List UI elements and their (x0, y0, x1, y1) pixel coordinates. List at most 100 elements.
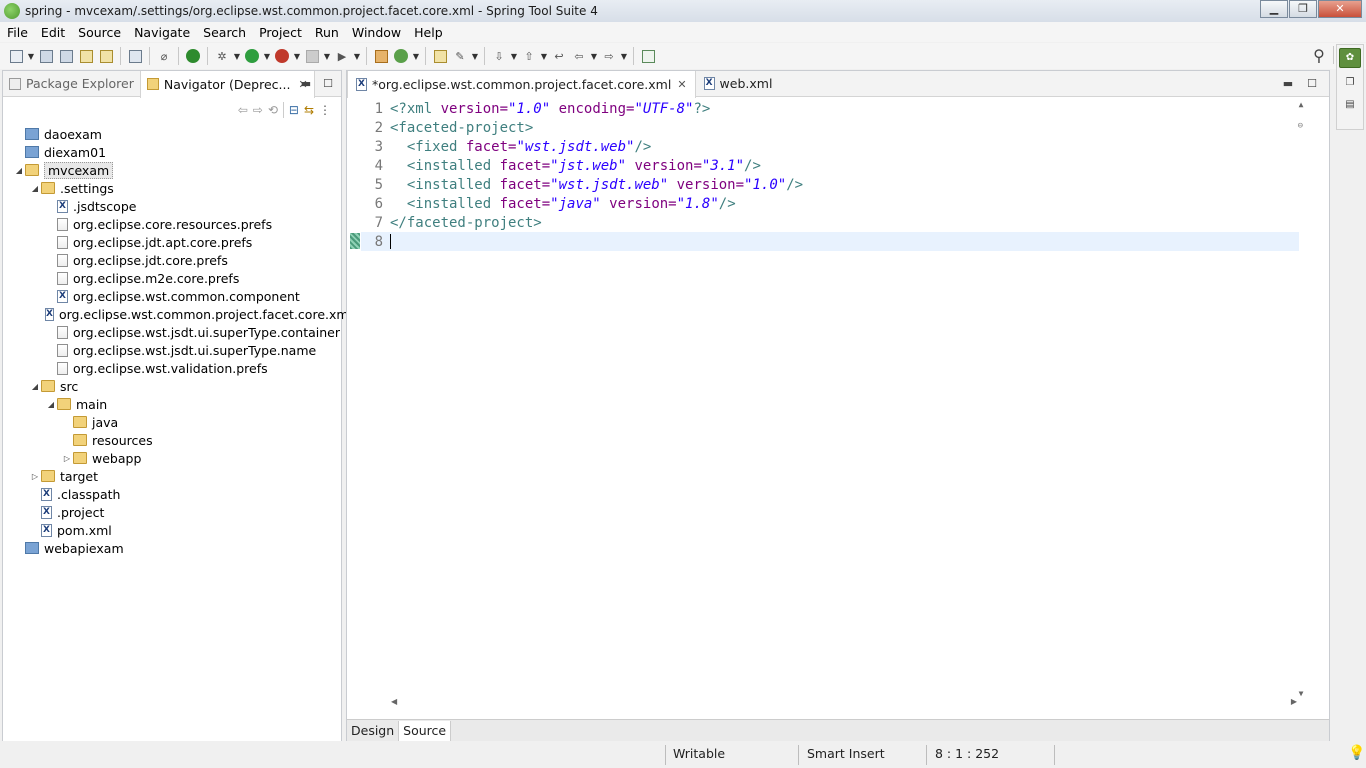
toolbar-separator (207, 47, 208, 65)
tree-item[interactable]: ◢ src (3, 377, 341, 395)
tree-item[interactable]: org.eclipse.wst.jsdt.ui.superType.name (3, 341, 341, 359)
back-icon[interactable]: ⇦ (570, 47, 588, 65)
tree-item[interactable]: ◢ mvcexam (3, 161, 341, 179)
menu-navigate[interactable]: Navigate (127, 25, 196, 40)
expanded-arrow-icon[interactable]: ◢ (29, 382, 41, 391)
tree-item[interactable]: ▷ webapp (3, 449, 341, 467)
tree-item[interactable]: org.eclipse.core.resources.prefs (3, 215, 341, 233)
menu-search[interactable]: Search (196, 25, 252, 40)
refresh-icon[interactable] (97, 47, 115, 65)
maximize-view-icon[interactable]: ☐ (323, 77, 333, 90)
collapse-all-icon[interactable]: ⊟ (289, 103, 299, 117)
new-icon[interactable] (7, 47, 25, 65)
fold-toggle-icon[interactable]: ⊖ (1298, 121, 1303, 131)
last-edit-location-icon[interactable]: ↩ (550, 47, 568, 65)
outline-icon[interactable]: ▤ (1340, 96, 1360, 112)
next-annotation-dropdown-icon[interactable]: ▼ (510, 47, 518, 65)
editor-tab-facet-core-xml[interactable]: X *org.eclipse.wst.common.project.facet.… (347, 70, 696, 98)
tree-item[interactable]: Xorg.eclipse.wst.common.project.facet.co… (3, 305, 352, 323)
collapsed-arrow-icon[interactable]: ▷ (61, 454, 73, 463)
previous-annotation-dropdown-icon[interactable]: ▼ (540, 47, 548, 65)
tree-item[interactable]: ▷ target (3, 467, 341, 485)
external-tools-icon[interactable] (273, 47, 291, 65)
tree-item[interactable]: diexam01 (3, 143, 341, 161)
tree-item[interactable]: ◢ .settings (3, 179, 341, 197)
debug-dropdown-icon[interactable]: ▼ (233, 47, 241, 65)
tree-item[interactable]: org.eclipse.jdt.core.prefs (3, 251, 341, 269)
tree-item[interactable]: resources (3, 431, 341, 449)
open-type-icon[interactable] (431, 47, 449, 65)
maximize-editor-icon[interactable]: ☐ (1307, 77, 1317, 90)
save-icon[interactable] (37, 47, 55, 65)
build-icon[interactable] (77, 47, 95, 65)
tree-item[interactable]: Xorg.eclipse.wst.common.component (3, 287, 341, 305)
save-all-icon[interactable] (57, 47, 75, 65)
code-editor[interactable]: ▲ ▼ 1 <?xml version="1.0" encoding="UTF-8… (347, 98, 1329, 702)
new-spring-starter-icon[interactable] (372, 47, 390, 65)
expanded-arrow-icon[interactable]: ◢ (29, 184, 41, 193)
scroll-right-icon[interactable]: ▶ (1291, 697, 1297, 706)
menu-help[interactable]: Help (407, 25, 449, 40)
debug-icon[interactable]: ✲ (213, 47, 231, 65)
expanded-arrow-icon[interactable]: ◢ (45, 400, 57, 409)
tree-item[interactable]: webapiexam (3, 539, 341, 557)
tree-item[interactable]: org.eclipse.wst.validation.prefs (3, 359, 341, 377)
tab-source[interactable]: Source (399, 720, 452, 741)
run-icon[interactable] (243, 47, 261, 65)
new-class-icon[interactable] (392, 47, 410, 65)
search-icon[interactable]: ⚲ (1310, 46, 1328, 65)
view-menu-icon[interactable]: ⋮ (319, 103, 331, 117)
folder-icon (41, 470, 55, 482)
tree-item[interactable]: org.eclipse.m2e.core.prefs (3, 269, 341, 287)
tip-lightbulb-icon[interactable]: 💡 (1348, 745, 1365, 761)
back-dropdown-icon[interactable]: ▼ (590, 47, 598, 65)
search-tool-icon[interactable]: ✎ (451, 47, 469, 65)
restore-icon[interactable]: ❐ (1340, 74, 1360, 90)
external-tools-dropdown-icon[interactable]: ▼ (293, 47, 301, 65)
tree-item[interactable]: ◢ main (3, 395, 341, 413)
minimize-editor-icon[interactable]: ▬ (1283, 77, 1293, 90)
minimize-button[interactable]: ▁ (1260, 0, 1288, 18)
previous-annotation-icon[interactable]: ⇧ (520, 47, 538, 65)
menu-edit[interactable]: Edit (34, 25, 71, 40)
tree-item[interactable]: X .jsdtscope (3, 197, 341, 215)
tree-item[interactable]: org.eclipse.jdt.apt.core.prefs (3, 233, 341, 251)
pin-editor-icon[interactable] (639, 47, 657, 65)
close-button[interactable]: ✕ (1318, 0, 1362, 18)
tree-item[interactable]: daoexam (3, 125, 341, 143)
editor-tab-web-xml[interactable]: X web.xml (696, 71, 781, 97)
close-tab-icon[interactable]: ✕ (677, 78, 686, 91)
menu-run[interactable]: Run (308, 25, 345, 40)
minimize-view-icon[interactable]: ▬ (301, 77, 311, 90)
tab-navigator[interactable]: Navigator (Deprec... ✕ (139, 70, 315, 98)
new-dropdown-icon[interactable]: ▼ (27, 47, 35, 65)
collapsed-arrow-icon[interactable]: ▷ (29, 472, 41, 481)
code-line: 3 <fixed facet="wst.jsdt.web"/> (361, 137, 1299, 156)
tab-package-explorer[interactable]: Package Explorer (3, 71, 140, 97)
menu-file[interactable]: File (0, 25, 34, 40)
horizontal-scrollbar[interactable]: ◀ ▶ (391, 695, 1297, 709)
spring-perspective-icon[interactable]: ✿ (1339, 48, 1361, 68)
run-dropdown-icon[interactable]: ▼ (263, 47, 271, 65)
tree-item[interactable]: Xpom.xml (3, 521, 341, 539)
menu-source[interactable]: Source (71, 25, 127, 40)
menu-project[interactable]: Project (252, 25, 308, 40)
status-writable: Writable (673, 746, 726, 761)
boot-dashboard-icon[interactable] (184, 47, 202, 65)
tab-design[interactable]: Design (347, 720, 400, 741)
skip-breakpoints-icon[interactable]: ⌀ (155, 47, 173, 65)
menu-window[interactable]: Window (345, 25, 407, 40)
console-icon[interactable] (126, 47, 144, 65)
tree-item[interactable]: X .classpath (3, 485, 341, 503)
tree-item[interactable]: X .project (3, 503, 341, 521)
expanded-arrow-icon[interactable]: ◢ (13, 166, 25, 175)
new-class-dropdown-icon[interactable]: ▼ (412, 47, 420, 65)
scroll-left-icon[interactable]: ◀ (391, 697, 397, 706)
tree-item[interactable]: java (3, 413, 341, 431)
search-tool-dropdown-icon[interactable]: ▼ (471, 47, 479, 65)
maximize-button[interactable]: ❐ (1289, 0, 1317, 18)
link-with-editor-icon[interactable]: ⇆ (304, 103, 314, 117)
file-icon (57, 271, 68, 285)
next-annotation-icon[interactable]: ⇩ (490, 47, 508, 65)
tree-item[interactable]: org.eclipse.wst.jsdt.ui.superType.contai… (3, 323, 341, 341)
